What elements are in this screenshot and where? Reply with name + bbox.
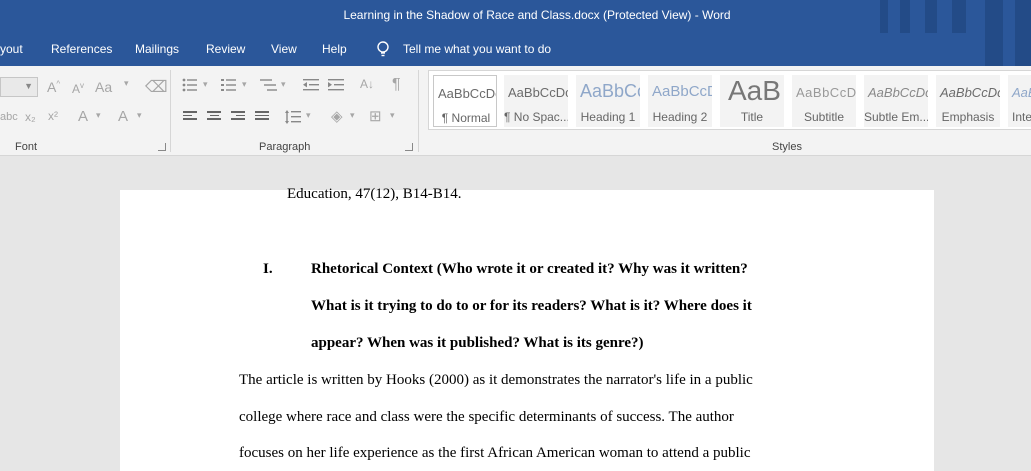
chevron-down-icon: ▾ — [242, 79, 247, 89]
heading-line: Rhetorical Context (Who wrote it or crea… — [311, 261, 748, 277]
borders-icon[interactable]: ⊞ — [369, 107, 382, 125]
style-heading-1[interactable]: AaBbCc Heading 1 — [576, 75, 640, 127]
document-area[interactable]: Education, 47(12), B14-B14. I. Rhetorica… — [0, 156, 1031, 471]
styles-group-label: Styles — [772, 141, 802, 153]
chevron-down-icon: ▾ — [203, 79, 208, 89]
chevron-down-icon: ▾ — [350, 110, 355, 120]
chevron-down-icon: ▾ — [137, 110, 142, 120]
tab-layout[interactable]: yout — [0, 42, 23, 56]
body-line: The article is written by Hooks (2000) a… — [239, 372, 753, 388]
body-line: college where race and class were the sp… — [239, 409, 734, 425]
paragraph-dialog-launcher[interactable] — [405, 143, 413, 151]
heading-line: appear? When was it published? What is i… — [311, 335, 644, 351]
font-group-label: Font — [15, 141, 38, 153]
style-subtle-emphasis[interactable]: AaBbCcDc Subtle Em... — [864, 75, 928, 127]
strikethrough-button[interactable]: abc — [0, 111, 18, 123]
increase-indent-icon[interactable] — [328, 78, 344, 92]
tab-mailings[interactable]: Mailings — [135, 42, 179, 56]
style-heading-2[interactable]: AaBbCcD Heading 2 — [648, 75, 712, 127]
tab-review[interactable]: Review — [206, 42, 245, 56]
chevron-down-icon: ▾ — [124, 78, 129, 88]
tab-help[interactable]: Help — [322, 42, 347, 56]
font-color-button[interactable]: A — [118, 108, 128, 125]
justify-icon[interactable] — [255, 111, 269, 123]
shrink-font-button[interactable]: Av — [72, 81, 84, 96]
heading-numeral: I. — [263, 261, 273, 277]
paragraph-group-label: Paragraph — [259, 141, 311, 153]
font-size-combo[interactable]: ▼ — [0, 77, 38, 97]
window-title: Learning in the Shadow of Race and Class… — [343, 8, 731, 22]
decrease-indent-icon[interactable] — [303, 78, 319, 92]
change-case-icon[interactable]: Aa — [95, 79, 112, 95]
style-intense-emphasis[interactable]: AaBb Inte — [1008, 75, 1031, 127]
grow-font-button[interactable]: A^ — [47, 79, 60, 95]
style-emphasis[interactable]: AaBbCcDc Emphasis — [936, 75, 1000, 127]
bullets-icon[interactable] — [182, 78, 198, 92]
tell-me-search[interactable]: Tell me what you want to do — [403, 42, 551, 56]
font-dialog-launcher[interactable] — [158, 143, 166, 151]
chevron-down-icon: ▼ — [24, 81, 33, 91]
menu-bar-decoration — [985, 33, 1003, 66]
line-spacing-icon[interactable] — [285, 109, 301, 125]
multilevel-list-icon[interactable] — [260, 78, 278, 92]
ribbon-tabs: yout References Mailings Review View Hel… — [0, 33, 1031, 66]
superscript-button[interactable]: x² — [48, 109, 58, 123]
show-formatting-button[interactable]: ¶ — [392, 76, 401, 94]
group-separator — [418, 70, 419, 152]
tab-references[interactable]: References — [51, 42, 112, 56]
body-line: focuses on her life experience as the fi… — [239, 445, 751, 461]
document-page[interactable]: Education, 47(12), B14-B14. I. Rhetorica… — [120, 186, 934, 471]
menu-bar-decoration — [1015, 33, 1031, 66]
chevron-down-icon: ▾ — [306, 110, 311, 120]
heading-line: What is it trying to do to or for its re… — [311, 298, 752, 314]
group-separator — [170, 70, 171, 152]
subscript-button[interactable]: x₂ — [25, 110, 36, 124]
shading-icon[interactable]: ◈ — [331, 107, 343, 125]
numbering-icon[interactable] — [221, 78, 237, 92]
align-center-icon[interactable] — [207, 111, 221, 123]
style-no-spacing[interactable]: AaBbCcDc ¶ No Spac... — [504, 75, 568, 127]
title-bar: Learning in the Shadow of Race and Class… — [0, 0, 1031, 33]
styles-gallery: AaBbCcDc ¶ Normal AaBbCcDc ¶ No Spac... … — [428, 70, 1031, 130]
reference-line: Education, 47(12), B14-B14. — [287, 186, 462, 202]
align-right-icon[interactable] — [231, 111, 245, 123]
clear-formatting-icon[interactable]: ⌫ — [145, 77, 168, 97]
style-title[interactable]: AaB Title — [720, 75, 784, 127]
chevron-down-icon: ▾ — [390, 110, 395, 120]
text-effects-button[interactable]: A — [78, 108, 88, 125]
tab-view[interactable]: View — [271, 42, 297, 56]
style-normal[interactable]: AaBbCcDc ¶ Normal — [433, 75, 497, 127]
chevron-down-icon: ▾ — [281, 79, 286, 89]
chevron-down-icon: ▾ — [96, 110, 101, 120]
align-left-icon[interactable] — [183, 111, 197, 123]
lightbulb-icon[interactable] — [375, 40, 391, 58]
style-subtitle[interactable]: AaBbCcD Subtitle — [792, 75, 856, 127]
sort-button[interactable]: A↓ — [360, 77, 374, 91]
